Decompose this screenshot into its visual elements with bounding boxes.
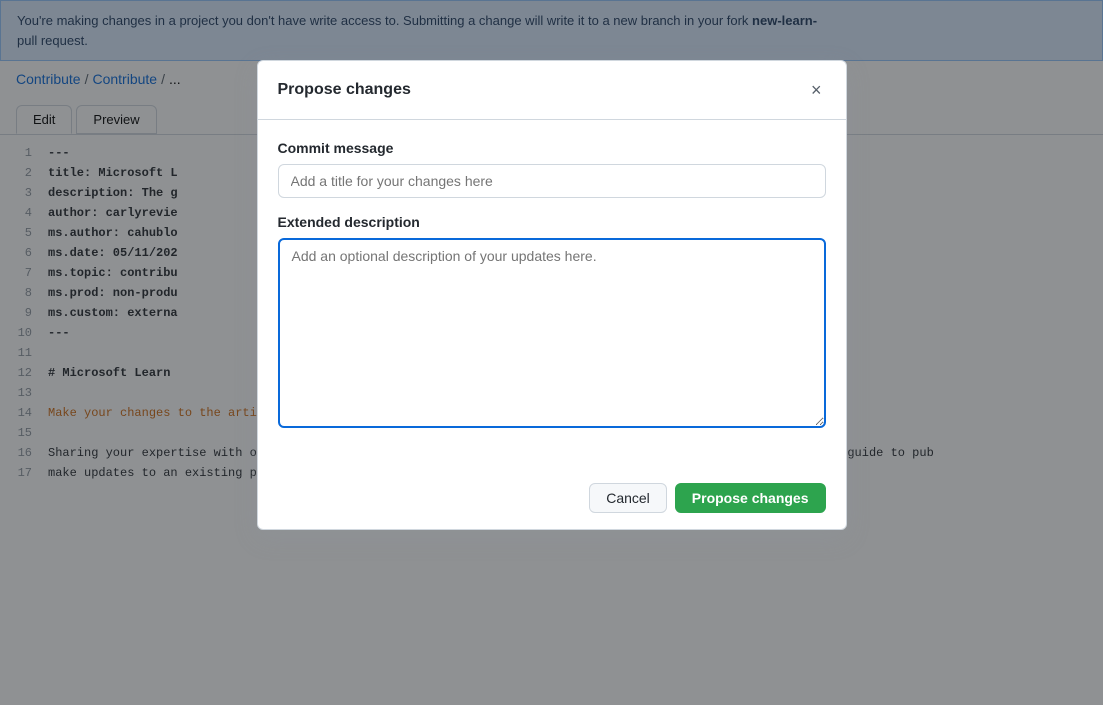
extended-description-label: Extended description [278, 214, 826, 230]
commit-message-group: Commit message [278, 140, 826, 198]
cancel-button[interactable]: Cancel [589, 483, 667, 513]
modal-header: Propose changes × [258, 61, 846, 120]
modal-title: Propose changes [278, 81, 411, 99]
propose-changes-button[interactable]: Propose changes [675, 483, 826, 513]
modal-footer: Cancel Propose changes [258, 467, 846, 529]
modal-overlay: Propose changes × Commit message Extende… [0, 0, 1103, 705]
propose-changes-modal: Propose changes × Commit message Extende… [257, 60, 847, 530]
modal-body: Commit message Extended description [258, 120, 846, 467]
commit-message-input[interactable] [278, 164, 826, 198]
extended-description-textarea[interactable] [278, 238, 826, 428]
extended-description-group: Extended description [278, 214, 826, 431]
modal-close-button[interactable]: × [807, 77, 826, 103]
commit-message-label: Commit message [278, 140, 826, 156]
